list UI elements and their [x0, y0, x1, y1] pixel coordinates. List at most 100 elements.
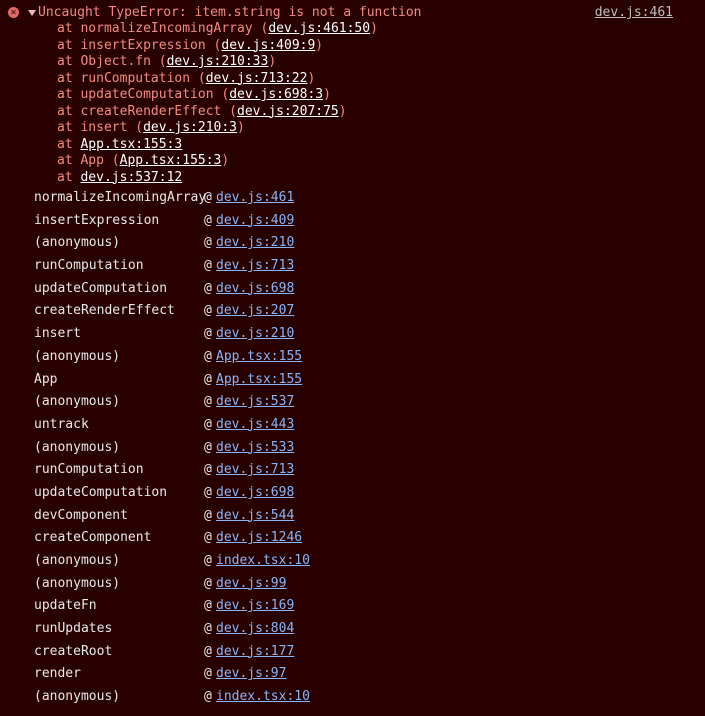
stack-line-suffix: ) [307, 70, 316, 86]
stack-line-prefix: at Object.fn ( [57, 54, 167, 69]
stack-line-link[interactable]: dev.js:713:22 [206, 71, 308, 86]
trace-at-symbol: @ [204, 484, 212, 500]
trace-source-link[interactable]: dev.js:713 [216, 459, 294, 482]
stack-line-link[interactable]: App.tsx:155:3 [80, 137, 182, 152]
trace-at-symbol: @ [204, 416, 212, 432]
stack-line-link[interactable]: dev.js:698:3 [229, 87, 323, 102]
trace-source-link[interactable]: dev.js:544 [216, 505, 294, 528]
trace-source-link[interactable]: dev.js:698 [216, 482, 294, 505]
trace-source-link[interactable]: dev.js:443 [216, 414, 294, 437]
stack-line-link[interactable]: dev.js:461:50 [268, 21, 370, 36]
trace-source-link[interactable]: index.tsx:10 [216, 686, 310, 709]
stack-line-prefix: at [57, 136, 81, 152]
trace-function-name: createComponent [34, 530, 152, 546]
trace-at-symbol: @ [204, 598, 212, 614]
trace-function-name: createRenderEffect [34, 303, 175, 319]
trace-source-link[interactable]: dev.js:533 [216, 437, 294, 460]
trace-at-symbol: @ [204, 553, 212, 568]
stack-line: at insertExpression (dev.js:409:9) [57, 38, 378, 55]
trace-source-link[interactable]: dev.js:804 [216, 618, 294, 641]
trace-source-link[interactable]: dev.js:1246 [216, 527, 302, 550]
error-stack: at normalizeIncomingArray (dev.js:461:50… [57, 21, 378, 186]
stack-line-link[interactable]: dev.js:210:3 [143, 120, 237, 135]
trace-function-name: normalizeIncomingArray [34, 190, 207, 205]
trace-source-link[interactable]: dev.js:537 [216, 391, 294, 414]
trace-source-link[interactable]: dev.js:177 [216, 641, 294, 664]
trace-at-symbol: @ [204, 462, 212, 478]
trace-source-link[interactable]: dev.js:210 [216, 323, 294, 346]
trace-function-name: runComputation [34, 258, 144, 274]
trace-source-link[interactable]: App.tsx:155 [216, 346, 302, 369]
trace-function-name: render [34, 666, 81, 682]
trace-source-link[interactable]: dev.js:409 [216, 210, 294, 233]
trace-at-symbol: @ [204, 439, 212, 455]
error-message: Uncaught TypeError: item.string is not a… [38, 5, 422, 20]
trace-source-link[interactable]: dev.js:97 [216, 663, 286, 686]
trace-at-symbol: @ [204, 394, 212, 410]
trace-source-link[interactable]: dev.js:207 [216, 300, 294, 323]
trace-function-name: updateComputation [34, 484, 168, 500]
stack-line-suffix: ) [221, 153, 230, 168]
stack-line-link[interactable]: dev.js:210:33 [167, 54, 269, 69]
stack-line-link[interactable]: dev.js:537:12 [80, 170, 182, 185]
trace-at-symbol: @ [204, 190, 212, 205]
trace-function-name: (anonymous) [34, 348, 121, 364]
trace-at-symbol: @ [204, 575, 212, 591]
trace-source-link[interactable]: dev.js:210 [216, 232, 294, 255]
trace-source-link[interactable]: dev.js:698 [216, 278, 294, 301]
trace-function-name: runUpdates [34, 621, 113, 637]
trace-at-symbol: @ [204, 507, 212, 523]
stack-line: at createRenderEffect (dev.js:207:75) [57, 104, 378, 121]
trace-source-link[interactable]: dev.js:99 [216, 573, 286, 596]
error-source-link[interactable]: dev.js:461 [595, 4, 673, 21]
stack-line-prefix: at updateComputation ( [57, 87, 230, 102]
trace-at-symbol: @ [204, 258, 212, 274]
trace-source-link[interactable]: dev.js:713 [216, 255, 294, 278]
expand-triangle-icon[interactable] [28, 10, 36, 16]
stack-line-prefix: at runComputation ( [57, 70, 206, 86]
trace-at-symbol: @ [204, 326, 212, 342]
stack-line-suffix: ) [268, 54, 277, 69]
stack-line-prefix: at insertExpression ( [57, 37, 222, 53]
trace-function-name: createRoot [34, 643, 113, 659]
stack-line-prefix: at [57, 169, 81, 185]
trace-at-symbol: @ [204, 689, 212, 705]
trace-source-link[interactable]: App.tsx:155 [216, 369, 302, 392]
error-header[interactable]: ✕ Uncaught TypeError: item.string is not… [0, 4, 705, 22]
trace-at-symbol: @ [204, 348, 212, 364]
trace-function-name: insert [34, 326, 81, 342]
trace-at-symbol: @ [204, 643, 212, 659]
stack-line: at dev.js:537:12 [57, 170, 378, 187]
trace-function-name: updateFn [34, 598, 97, 614]
stack-line: at normalizeIncomingArray (dev.js:461:50… [57, 21, 378, 38]
trace-function-name: App [34, 371, 58, 387]
stack-line-link[interactable]: dev.js:409:9 [221, 38, 315, 53]
trace-at-symbol: @ [204, 280, 212, 296]
trace-at-symbol: @ [204, 303, 212, 319]
stack-line: at insert (dev.js:210:3) [57, 120, 378, 137]
stack-line: at updateComputation (dev.js:698:3) [57, 87, 378, 104]
trace-source-link[interactable]: dev.js:461 [216, 187, 294, 210]
trace-at-symbol: @ [204, 212, 212, 228]
trace-function-name: devComponent [34, 507, 128, 523]
stack-line-suffix: ) [338, 103, 347, 119]
trace-at-symbol: @ [204, 530, 212, 546]
stack-line: at App (App.tsx:155:3) [57, 153, 378, 170]
stack-line: at Object.fn (dev.js:210:33) [57, 54, 378, 71]
trace-function-name: (anonymous) [34, 235, 121, 251]
stack-line-link[interactable]: dev.js:207:75 [237, 104, 339, 119]
stack-line-prefix: at createRenderEffect ( [57, 103, 238, 119]
error-circle-icon: ✕ [8, 7, 19, 18]
trace-source-link[interactable]: index.tsx:10 [216, 550, 310, 573]
trace-source-link[interactable]: dev.js:169 [216, 595, 294, 618]
stack-line-suffix: ) [323, 87, 331, 102]
stack-line-link[interactable]: App.tsx:155:3 [120, 153, 222, 168]
trace-at-symbol: @ [204, 666, 212, 682]
trace-function-name: (anonymous) [34, 553, 121, 568]
stack-line-suffix: ) [370, 21, 378, 36]
stack-line: at runComputation (dev.js:713:22) [57, 71, 378, 88]
trace-function-name: (anonymous) [34, 689, 121, 705]
trace-function-name: untrack [34, 416, 89, 432]
trace-function-name: runComputation [34, 462, 144, 478]
console-error-pane: ✕ Uncaught TypeError: item.string is not… [0, 0, 705, 716]
